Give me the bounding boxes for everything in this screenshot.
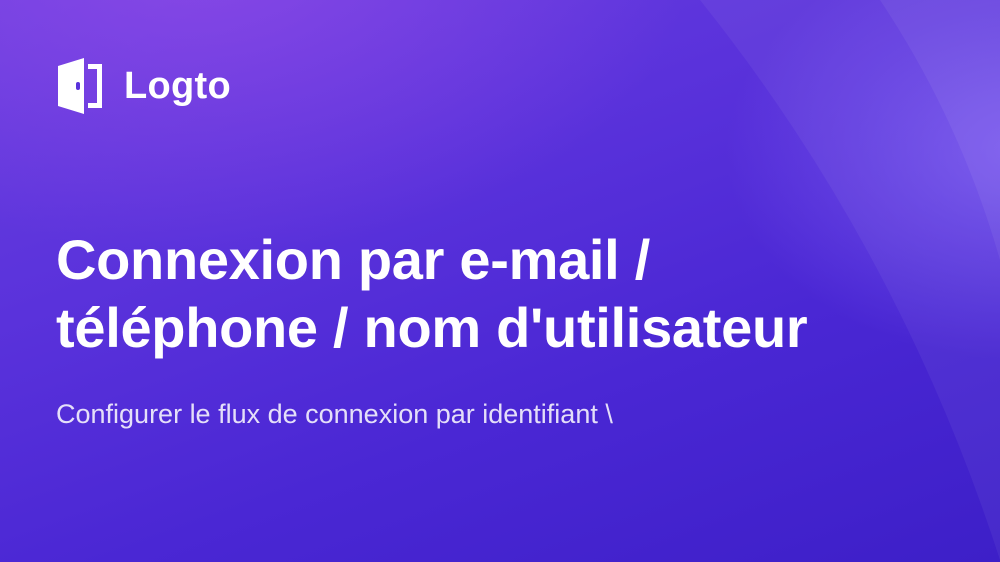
page-title: Connexion par e-mail / téléphone / nom d… xyxy=(56,226,956,362)
title-line-1: Connexion par e-mail / xyxy=(56,228,650,291)
title-line-2: téléphone / nom d'utilisateur xyxy=(56,296,808,359)
brand-name: Logto xyxy=(124,65,232,107)
page-subtitle: Configurer le flux de connexion par iden… xyxy=(56,399,613,429)
hero-banner: Logto Connexion par e-mail / téléphone /… xyxy=(0,0,1000,562)
logo: Logto xyxy=(56,56,231,116)
door-icon xyxy=(56,56,106,116)
